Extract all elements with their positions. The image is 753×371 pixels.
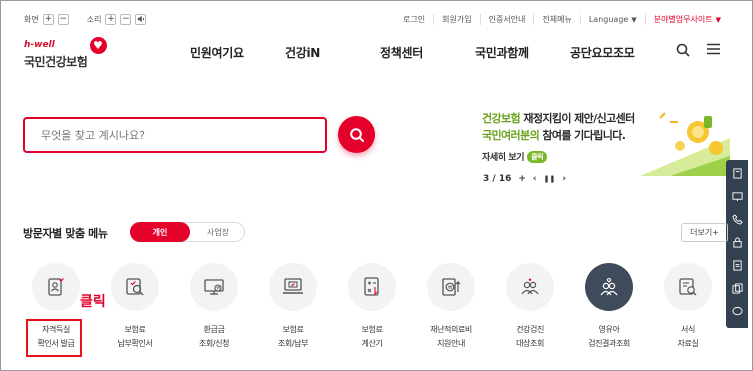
calculator-icon <box>348 263 396 311</box>
prev-icon[interactable]: ‹ <box>533 174 537 184</box>
id-card-icon <box>32 263 80 311</box>
menu-item-label: 환급금 조회/신청 <box>198 325 230 348</box>
gnb-policy-center[interactable]: 정책센터 <box>380 44 423 61</box>
people-heart-icon <box>506 263 554 311</box>
logo-title: 국민건강보험 <box>24 55 88 69</box>
next-icon[interactable]: › <box>562 174 566 184</box>
all-menu-link[interactable]: 전체메뉴 <box>533 13 579 25</box>
sound-label: 소리 <box>86 14 102 24</box>
document-search-icon <box>111 263 159 311</box>
tab-personal[interactable]: 개인 <box>130 222 190 242</box>
banner-pager: 3 / 16 + ‹ ❚❚ › <box>483 174 566 184</box>
sound-down-button[interactable]: − <box>120 13 132 25</box>
search-icon[interactable] <box>676 43 690 61</box>
hamburger-menu-icon[interactable] <box>707 43 720 59</box>
sidebar-monitor-icon[interactable] <box>726 185 748 207</box>
banner-page-indicator: 3 / 16 <box>483 174 512 184</box>
language-label: Language <box>588 14 629 24</box>
form-search-icon <box>664 263 712 311</box>
svg-text:₩: ₩ <box>216 286 220 291</box>
monitor-won-icon: ₩ <box>190 263 238 311</box>
banner-headline-2: 국민여러분의 참여를 기다립니다. <box>482 129 626 142</box>
caret-down-icon: ▼ <box>631 15 637 24</box>
login-link[interactable]: 로그인 <box>395 14 433 25</box>
caret-down-icon: ▼ <box>715 15 721 24</box>
promo-banner[interactable]: 건강보험 재정지킴이 제안/신고센터 국민여러분의 참여를 기다립니다. 자세히… <box>470 108 730 176</box>
subsite-select[interactable]: 분야별업무사이트 ▼ <box>644 13 729 25</box>
utility-links: 로그인 회원가입 인증서안내 전체메뉴 Language ▼ 분야별업무사이트 ▼ <box>395 12 729 26</box>
more-button[interactable]: 더보기+ <box>681 223 728 242</box>
plus-icon[interactable]: + <box>518 174 526 184</box>
menu-item-label: 영유아 검진결과조회 <box>588 325 630 348</box>
quick-sidebar <box>726 160 748 328</box>
sidebar-lock-icon[interactable] <box>726 231 748 253</box>
menu-item-label: 서식 자료실 <box>677 325 699 348</box>
sidebar-phone-icon[interactable] <box>726 208 748 230</box>
tab-business[interactable]: 사업장 <box>191 223 245 241</box>
menu-item-label: 보험료 계산기 <box>361 325 383 348</box>
gnb-with-citizens[interactable]: 국민과함께 <box>475 44 529 61</box>
visitor-type-toggle: 개인 사업장 <box>130 222 245 242</box>
banner-headline-1: 건강보험 재정지킴이 제안/신고센터 <box>482 112 635 125</box>
pause-icon[interactable]: ❚❚ <box>544 175 556 183</box>
laptop-card-icon <box>269 263 317 311</box>
search-input[interactable] <box>41 128 309 142</box>
click-badge: 클릭 <box>527 150 548 163</box>
highlight-box <box>26 319 82 357</box>
search-field[interactable] <box>23 117 327 153</box>
speaker-icon[interactable] <box>135 13 147 25</box>
section-title: 방문자별 맞춤 메뉴 <box>23 227 108 240</box>
sidebar-notice-icon[interactable] <box>726 254 748 276</box>
menu-item-label: 보험료 조회/납부 <box>277 325 309 348</box>
join-link[interactable]: 회원가입 <box>433 13 479 25</box>
screen-zoom-in-button[interactable]: + <box>42 13 54 25</box>
certificate-guide-link[interactable]: 인증서안내 <box>479 13 534 25</box>
accessibility-controls: 화면 + − 소리 + − <box>24 12 147 26</box>
logo-subtitle: h-well <box>24 40 55 50</box>
banner-more-link[interactable]: 자세히 보기 클릭 <box>482 150 548 163</box>
gnb-health-in[interactable]: 건강iN <box>285 44 320 61</box>
banner-illustration <box>640 112 730 176</box>
search-button[interactable] <box>338 116 375 153</box>
sidebar-copy-icon[interactable] <box>726 277 748 299</box>
sound-up-button[interactable]: + <box>105 13 117 25</box>
screen-zoom-out-button[interactable]: − <box>57 13 69 25</box>
menu-item-label: 보험료 납부확인서 <box>117 325 153 348</box>
heart-logo-icon <box>90 37 107 54</box>
subsite-label: 분야별업무사이트 <box>653 14 713 24</box>
sidebar-document-icon[interactable] <box>726 162 748 184</box>
site-logo[interactable]: h-well 국민건강보험 <box>24 36 114 70</box>
click-annotation: 클릭 <box>80 294 106 310</box>
gnb-about-nhis[interactable]: 공단요모조모 <box>570 44 635 61</box>
sidebar-chat-icon[interactable] <box>726 300 748 322</box>
menu-item-label: 재난적의료비 지원안내 <box>430 325 472 348</box>
language-select[interactable]: Language ▼ <box>579 14 645 24</box>
menu-item-label: 건강검진 대상조회 <box>516 325 544 348</box>
gnb-civil-service[interactable]: 민원여기요 <box>190 44 244 61</box>
screen-size-label: 화면 <box>24 14 39 24</box>
coin-arrow-icon: ₩ <box>427 263 475 311</box>
search-icon <box>349 127 364 142</box>
children-heart-icon <box>585 263 633 311</box>
svg-text:₩: ₩ <box>448 285 453 291</box>
